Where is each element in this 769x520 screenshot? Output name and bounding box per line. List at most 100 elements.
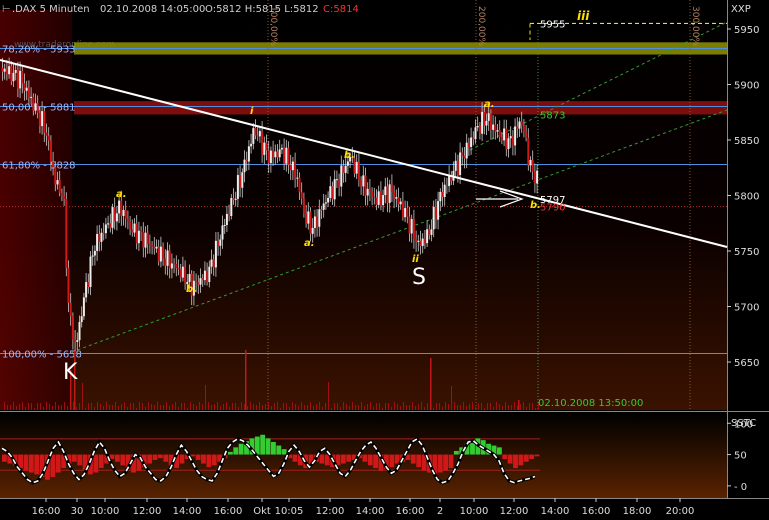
volume-bar — [439, 403, 440, 410]
fib-time-label: 200,00% — [476, 6, 486, 46]
candle-body — [261, 131, 264, 155]
candle-body — [408, 216, 411, 234]
price-axis-tick-label: 5950 — [734, 25, 759, 36]
candle-body — [256, 135, 259, 137]
candle-body — [225, 213, 228, 225]
red-zone — [74, 101, 727, 115]
candle-body — [503, 128, 506, 141]
candle-body — [434, 206, 437, 220]
volume-bar — [238, 407, 239, 410]
osc-histogram-bar — [206, 454, 212, 468]
osc-histogram-bar — [179, 454, 185, 464]
volume-bar — [91, 403, 92, 410]
candle-body — [32, 96, 35, 111]
volume-bar — [442, 407, 443, 410]
candle-body — [16, 69, 19, 89]
candle-body — [287, 147, 290, 165]
volume-bar — [127, 407, 128, 410]
candle-body — [144, 232, 147, 248]
volume-bar — [313, 406, 314, 410]
candle-body — [195, 280, 198, 283]
fib-level-label: 100,00% - 5658 — [2, 350, 82, 361]
volume-bar — [271, 406, 272, 410]
candle-body — [267, 150, 270, 164]
candle-body — [107, 223, 110, 225]
candle-body — [441, 191, 444, 198]
candle-body — [289, 164, 292, 171]
settings-icon[interactable]: ⊢ — [2, 4, 11, 15]
candle-body — [23, 83, 26, 91]
candle-body — [208, 266, 211, 283]
candle-body — [85, 282, 88, 298]
volume-bar — [427, 403, 428, 410]
candle-body — [47, 135, 50, 141]
candle-body — [41, 111, 44, 127]
candle-body — [173, 263, 176, 265]
volume-bar — [28, 403, 29, 410]
volume-bar — [307, 405, 308, 410]
volume-bar — [241, 402, 242, 410]
candle-body — [472, 137, 475, 140]
osc-histogram-bar — [416, 454, 422, 468]
candle-body — [397, 197, 400, 205]
candle-body — [166, 250, 169, 266]
candle-body — [487, 113, 490, 121]
candle-body — [252, 128, 255, 144]
candle-body — [60, 192, 63, 196]
candle-body — [5, 68, 8, 75]
footer-time: 02.10.2008 13:50:00 — [538, 398, 643, 409]
candle-body — [463, 155, 466, 159]
osc-histogram-bar — [2, 454, 7, 462]
osc-histogram-bar — [55, 454, 61, 473]
volume-bar — [529, 403, 530, 410]
volume-bar — [67, 406, 68, 410]
candle-body — [78, 322, 81, 341]
candle-body — [536, 170, 539, 184]
candle-body — [294, 161, 297, 179]
volume-bar — [85, 408, 86, 410]
candle-body — [437, 201, 440, 220]
candle-body — [456, 160, 459, 175]
time-axis-tick-label: 12:00 — [316, 506, 345, 517]
volume-bar — [511, 405, 512, 410]
candle-body — [111, 207, 114, 228]
candle-body — [313, 216, 316, 228]
candle-body — [278, 149, 281, 158]
osc-histogram-bar — [98, 454, 104, 469]
candle-body — [30, 96, 33, 98]
candle-body — [91, 255, 94, 257]
volume-bar — [490, 403, 491, 410]
osc-histogram-bar — [389, 454, 395, 468]
volume-bar — [211, 405, 212, 410]
volume-bar — [235, 403, 236, 410]
candle-body — [518, 121, 521, 129]
volume-bar — [526, 407, 527, 410]
candle-body — [217, 240, 220, 246]
osc-histogram-bar — [496, 447, 502, 455]
osc-histogram-bar — [523, 454, 529, 462]
candle-body — [153, 246, 156, 249]
candle-body — [140, 230, 143, 233]
candle-body — [423, 238, 426, 244]
volume-bar — [112, 405, 113, 410]
volume-bar — [322, 407, 323, 410]
volume-bar — [343, 402, 344, 410]
volume-bar — [145, 407, 146, 410]
volume-bar — [76, 407, 77, 410]
candle-body — [254, 128, 257, 136]
candle-body — [65, 198, 68, 268]
candle-body — [373, 196, 376, 198]
candle-body — [206, 270, 209, 283]
candle-body — [371, 191, 374, 197]
candle-body — [520, 121, 523, 127]
candle-body — [232, 198, 235, 200]
candle-body — [309, 211, 312, 234]
volume-bar — [13, 402, 14, 410]
wave-label: a. — [484, 99, 495, 110]
osc-histogram-bar — [211, 454, 217, 466]
volume-bar — [457, 405, 458, 410]
candle-body — [511, 136, 514, 146]
candle-body — [241, 172, 244, 188]
time-axis-tick-label: 16:00 — [396, 506, 425, 517]
osc-histogram-bar — [23, 454, 29, 471]
